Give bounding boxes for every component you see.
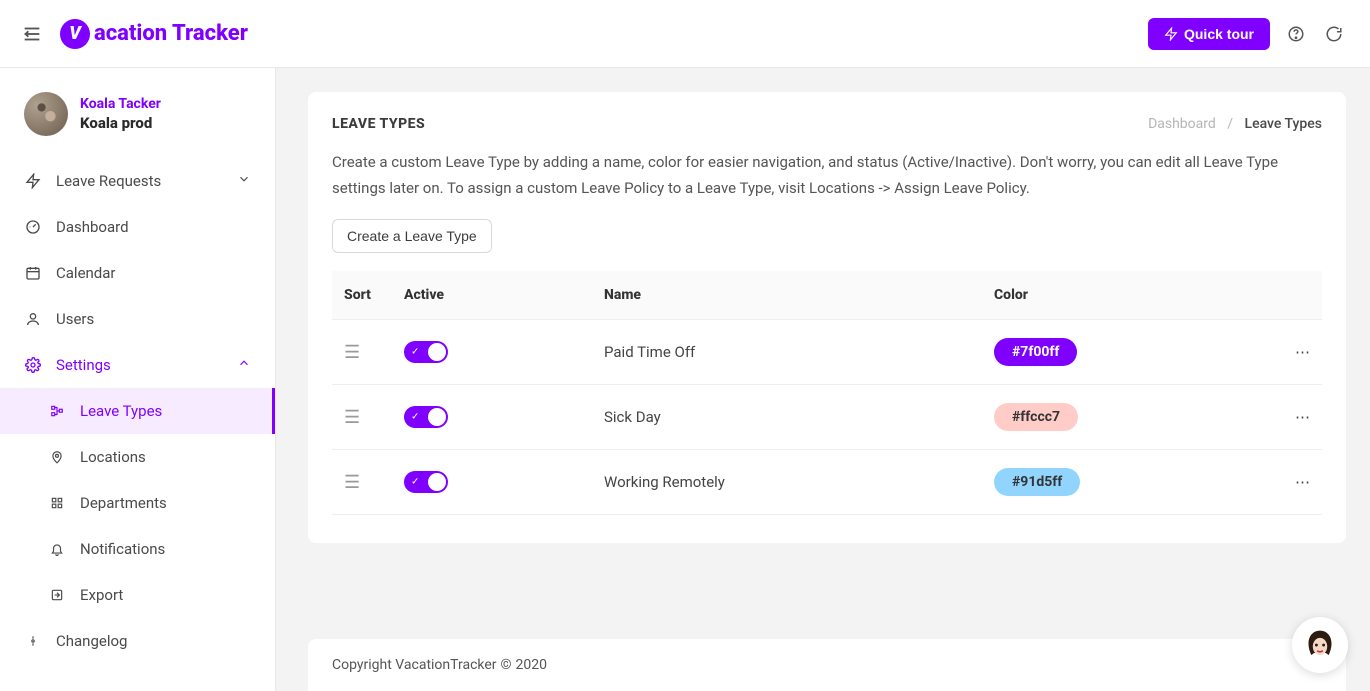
help-button[interactable] (1284, 22, 1308, 46)
lightning-icon (1164, 27, 1178, 41)
nav-notifications[interactable]: Notifications (0, 526, 275, 572)
color-badge: #91d5ff (994, 468, 1080, 496)
footer-copyright: Copyright VacationTracker (332, 657, 497, 673)
footer-year: 2020 (516, 657, 547, 673)
nav-label: Leave Requests (56, 172, 161, 190)
content-card: LEAVE TYPES Dashboard / Leave Types Crea… (308, 92, 1346, 543)
nav-label: Departments (80, 494, 167, 512)
copyright-icon: © (501, 657, 512, 673)
page-description: Create a custom Leave Type by adding a n… (332, 150, 1322, 201)
col-name: Name (592, 271, 982, 320)
nav-locations[interactable]: Locations (0, 434, 275, 480)
refresh-button[interactable] (1322, 22, 1346, 46)
bell-icon (48, 540, 66, 558)
col-sort: Sort (332, 271, 392, 320)
nav-dashboard[interactable]: Dashboard (0, 204, 275, 250)
profile-name: Koala Tacker (80, 96, 161, 112)
gear-icon (24, 356, 42, 374)
color-badge: #7f00ff (994, 338, 1077, 366)
col-actions (1262, 271, 1322, 320)
nav-label: Notifications (80, 540, 165, 558)
quick-tour-label: Quick tour (1184, 26, 1254, 42)
nav-departments[interactable]: Departments (0, 480, 275, 526)
row-name: Sick Day (592, 385, 982, 450)
dashboard-icon (24, 218, 42, 236)
support-avatar-icon (1297, 622, 1343, 668)
logo-text: acation Tracker (94, 21, 248, 46)
question-icon (1287, 25, 1305, 43)
table-row: ☰ ✓ Paid Time Off #7f00ff ⋯ (332, 320, 1322, 385)
app-header: V acation Tracker Quick tour (0, 0, 1370, 68)
support-chat-button[interactable] (1292, 617, 1348, 673)
row-more-button[interactable]: ⋯ (1295, 408, 1310, 426)
sidebar-toggle[interactable] (18, 20, 46, 48)
nav-settings[interactable]: Settings (0, 342, 275, 388)
user-icon (24, 310, 42, 328)
avatar (24, 92, 68, 136)
leave-types-table: Sort Active Name Color ☰ ✓ Paid Time Off #7… (332, 271, 1322, 515)
breadcrumb: Dashboard / Leave Types (1148, 116, 1322, 132)
breadcrumb-current: Leave Types (1245, 116, 1322, 132)
check-icon: ✓ (411, 412, 419, 423)
col-active: Active (392, 271, 592, 320)
active-toggle[interactable]: ✓ (404, 341, 448, 363)
nav-label: Locations (80, 448, 146, 466)
profile-org: Koala prod (80, 114, 161, 132)
page-title: LEAVE TYPES (332, 116, 425, 132)
drag-handle-icon[interactable]: ☰ (344, 472, 360, 493)
nav-export[interactable]: Export (0, 572, 275, 618)
nav-label: Dashboard (56, 218, 129, 236)
nav-label: Settings (56, 356, 111, 374)
sidebar: Koala Tacker Koala prod Leave Requests D… (0, 68, 276, 691)
org-icon (48, 494, 66, 512)
refresh-icon (1325, 25, 1343, 43)
app-logo[interactable]: V acation Tracker (60, 19, 248, 49)
breadcrumb-sep: / (1227, 116, 1233, 132)
logo-mark: V (60, 19, 90, 49)
active-toggle[interactable]: ✓ (404, 406, 448, 428)
drag-handle-icon[interactable]: ☰ (344, 342, 360, 363)
table-row: ☰ ✓ Sick Day #ffccc7 ⋯ (332, 385, 1322, 450)
calendar-icon (24, 264, 42, 282)
info-icon (24, 632, 42, 650)
row-name: Paid Time Off (592, 320, 982, 385)
nav-leave-types[interactable]: Leave Types (0, 388, 275, 434)
lightning-icon (24, 172, 42, 190)
chevron-down-icon (237, 172, 251, 190)
table-row: ☰ ✓ Working Remotely #91d5ff ⋯ (332, 450, 1322, 515)
nav: Leave Requests Dashboard Calendar (0, 158, 275, 664)
col-color: Color (982, 271, 1262, 320)
quick-tour-button[interactable]: Quick tour (1148, 18, 1270, 50)
footer: Copyright VacationTracker © 2020 (308, 639, 1346, 691)
breadcrumb-dashboard[interactable]: Dashboard (1148, 116, 1216, 132)
profile-block[interactable]: Koala Tacker Koala prod (0, 86, 275, 158)
nav-label: Export (80, 586, 123, 604)
nav-label: Users (56, 310, 94, 328)
chevron-up-icon (237, 356, 251, 374)
create-leave-type-button[interactable]: Create a Leave Type (332, 219, 492, 253)
check-icon: ✓ (411, 347, 419, 358)
export-icon (48, 586, 66, 604)
row-name: Working Remotely (592, 450, 982, 515)
nav-label: Leave Types (80, 402, 162, 420)
drag-handle-icon[interactable]: ☰ (344, 407, 360, 428)
nav-changelog[interactable]: Changelog (0, 618, 275, 664)
nav-users[interactable]: Users (0, 296, 275, 342)
nav-calendar[interactable]: Calendar (0, 250, 275, 296)
location-icon (48, 448, 66, 466)
nav-label: Changelog (56, 632, 127, 650)
row-more-button[interactable]: ⋯ (1295, 473, 1310, 491)
nav-leave-requests[interactable]: Leave Requests (0, 158, 275, 204)
flow-icon (48, 402, 66, 420)
row-more-button[interactable]: ⋯ (1295, 343, 1310, 361)
color-badge: #ffccc7 (994, 403, 1078, 431)
active-toggle[interactable]: ✓ (404, 471, 448, 493)
main-content: LEAVE TYPES Dashboard / Leave Types Crea… (276, 68, 1370, 691)
menu-collapse-icon (21, 23, 43, 45)
nav-label: Calendar (56, 264, 116, 282)
check-icon: ✓ (411, 477, 419, 488)
